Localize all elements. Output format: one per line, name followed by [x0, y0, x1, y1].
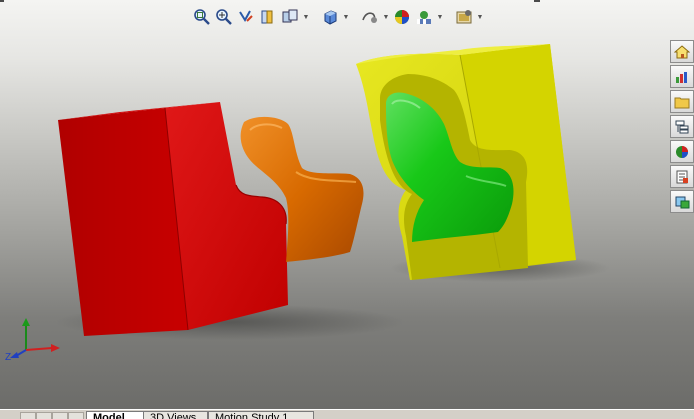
chevron-down-icon[interactable]: ▼ [382, 7, 390, 27]
first-tab-button[interactable] [20, 412, 36, 419]
file-explorer-icon[interactable] [670, 115, 694, 138]
tab-motion-study-1[interactable]: Motion Study 1 [208, 411, 314, 419]
zoom-to-fit-icon[interactable] [192, 7, 212, 27]
previous-tab-button[interactable] [36, 412, 52, 419]
z-axis-label: Z [5, 352, 11, 363]
model-scene[interactable] [0, 0, 694, 419]
task-pane [670, 40, 694, 213]
next-tab-button[interactable] [52, 412, 68, 419]
bottom-tab-bar: Model 3D Views Motion Study 1 [0, 409, 694, 419]
last-tab-button[interactable] [68, 412, 84, 419]
chevron-down-icon[interactable]: ▼ [302, 7, 310, 27]
home-icon[interactable] [670, 40, 694, 63]
heads-up-view-toolbar: ▼ ▼ ▼ ▼ ▼ [192, 4, 484, 30]
edit-appearance-icon[interactable] [392, 7, 412, 27]
display-style-icon[interactable] [360, 7, 380, 27]
chevron-down-icon[interactable]: ▼ [436, 7, 444, 27]
resources-icon[interactable] [670, 65, 694, 88]
section-view-icon[interactable] [258, 7, 278, 27]
search-icon[interactable] [670, 190, 694, 213]
yellow-mold-half[interactable] [356, 44, 576, 280]
graphics-area[interactable]: ▼ ▼ ▼ ▼ ▼ Z Model 3D Views Motion Study … [0, 0, 694, 419]
previous-view-icon[interactable] [236, 7, 256, 27]
view-settings-icon[interactable] [454, 7, 474, 27]
reference-triad: Z [5, 318, 60, 363]
apply-scene-icon[interactable] [414, 7, 434, 27]
zoom-to-area-icon[interactable] [214, 7, 234, 27]
appearances-icon[interactable] [670, 140, 694, 163]
chevron-down-icon[interactable]: ▼ [342, 7, 350, 27]
folder-icon[interactable] [670, 90, 694, 113]
tab-3d-views[interactable]: 3D Views [143, 411, 208, 419]
tab-model[interactable]: Model [86, 411, 145, 419]
view-orientation-icon[interactable] [320, 7, 340, 27]
custom-properties-icon[interactable] [670, 165, 694, 188]
chevron-down-icon[interactable]: ▼ [476, 7, 484, 27]
dynamic-annotation-icon[interactable] [280, 7, 300, 27]
